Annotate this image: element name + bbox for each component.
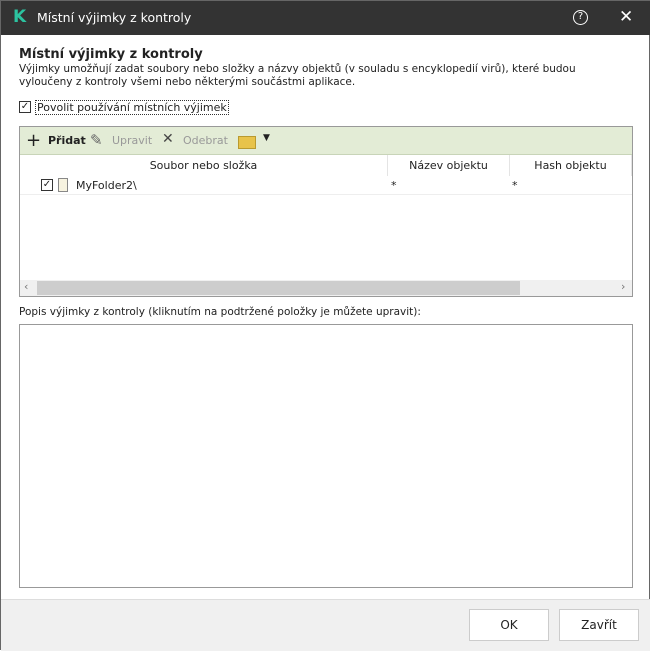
- toolbar: + Přidat ✎ Upravit ✕ Odebrat ▼: [20, 127, 632, 155]
- pencil-icon: ✎: [90, 131, 103, 149]
- table-row[interactable]: ✓ MyFolder2\ * *: [20, 177, 632, 195]
- enable-label[interactable]: Povolit používání místních výjimek: [35, 100, 229, 115]
- window-title: Místní výjimky z kontroly: [37, 10, 192, 25]
- column-header-hash[interactable]: Hash objektu: [510, 159, 631, 172]
- file-list-icon: [58, 178, 68, 192]
- chevron-down-icon[interactable]: ▼: [263, 133, 270, 143]
- exclusions-list: + Přidat ✎ Upravit ✕ Odebrat ▼ Soubor ne…: [19, 126, 633, 297]
- row-object: *: [391, 179, 397, 192]
- kaspersky-logo-icon: K: [13, 7, 27, 27]
- remove-button[interactable]: Odebrat: [183, 134, 228, 147]
- edit-button[interactable]: Upravit: [112, 134, 152, 147]
- title-bar: K Místní výjimky z kontroly ? ✕: [1, 1, 650, 35]
- table-header: Soubor nebo složka Název objektu Hash ob…: [20, 155, 632, 176]
- column-header-path[interactable]: Soubor nebo složka: [20, 159, 387, 172]
- row-checkbox[interactable]: ✓: [41, 179, 53, 191]
- scroll-left-icon[interactable]: ‹: [24, 280, 28, 293]
- remove-icon: ✕: [162, 131, 174, 147]
- row-hash: *: [512, 179, 518, 192]
- description: Výjimky umožňují zadat soubory nebo slož…: [19, 63, 576, 88]
- scroll-right-icon[interactable]: ›: [621, 280, 625, 293]
- horizontal-scrollbar[interactable]: ‹ ›: [20, 280, 632, 296]
- plus-icon[interactable]: +: [26, 130, 41, 151]
- column-header-object[interactable]: Název objektu: [388, 159, 509, 172]
- add-button[interactable]: Přidat: [48, 134, 86, 147]
- footer: OK Zavřít: [1, 599, 650, 651]
- row-path: MyFolder2\: [76, 179, 137, 192]
- description-box: [19, 324, 633, 588]
- page-title: Místní výjimky z kontroly: [19, 47, 203, 62]
- help-icon[interactable]: ?: [573, 10, 588, 25]
- scrollbar-thumb[interactable]: [37, 281, 520, 295]
- ok-button[interactable]: OK: [469, 609, 549, 641]
- close-button[interactable]: Zavřít: [559, 609, 639, 641]
- enable-checkbox[interactable]: ✓: [19, 101, 31, 113]
- description-label: Popis výjimky z kontroly (kliknutím na p…: [19, 306, 421, 318]
- folder-icon[interactable]: [238, 136, 256, 149]
- close-icon[interactable]: ✕: [619, 7, 633, 27]
